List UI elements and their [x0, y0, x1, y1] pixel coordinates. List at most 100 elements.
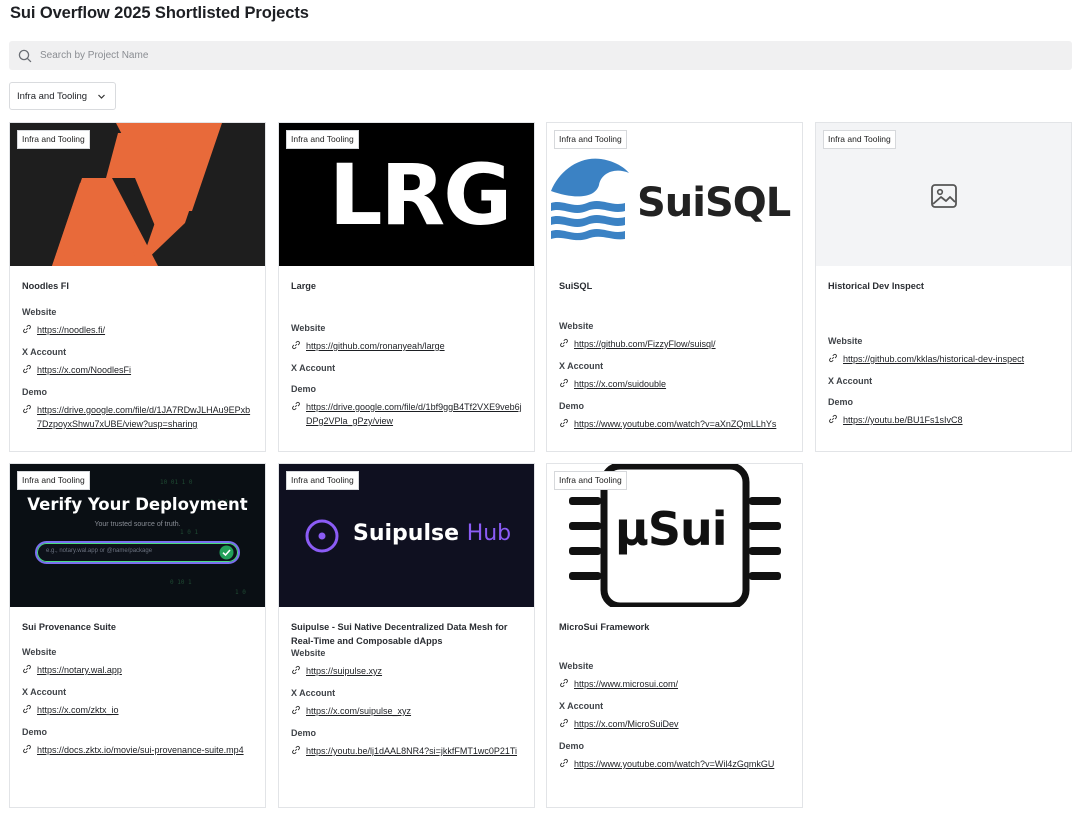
- link-icon: [559, 418, 569, 428]
- link-icon: [22, 744, 32, 754]
- chevron-down-icon: [97, 92, 106, 101]
- project-card[interactable]: LRG Infra and Tooling Large Website http…: [278, 122, 535, 452]
- link-icon: [559, 338, 569, 348]
- x-account-link[interactable]: https://x.com/MicroSuiDev: [574, 717, 679, 731]
- project-image: SuiSQL Infra and Tooling: [547, 123, 802, 266]
- category-badge: Infra and Tooling: [554, 130, 627, 149]
- demo-link[interactable]: https://drive.google.com/file/d/1JA7RDwJ…: [37, 403, 253, 431]
- search-icon: [18, 49, 32, 63]
- demo-link[interactable]: https://drive.google.com/file/d/1bf9ggB4…: [306, 400, 522, 428]
- x-account-link[interactable]: https://x.com/suipulse_xyz: [306, 704, 411, 718]
- website-label: Website: [291, 323, 326, 333]
- link-icon: [22, 404, 32, 414]
- website-link[interactable]: https://noodles.fi/: [37, 323, 105, 337]
- check-circle-icon: [219, 545, 234, 560]
- website-label: Website: [559, 661, 594, 671]
- category-badge: Infra and Tooling: [823, 130, 896, 149]
- link-icon: [828, 414, 838, 424]
- page-title: Sui Overflow 2025 Shortlisted Projects: [10, 4, 309, 22]
- project-title: MicroSui Framework: [559, 622, 650, 632]
- demo-link[interactable]: https://docs.zktx.io/movie/sui-provenanc…: [37, 743, 244, 757]
- website-label: Website: [559, 321, 594, 331]
- website-link[interactable]: https://github.com/FizzyFlow/suisql/: [574, 337, 716, 351]
- suipulse-brand: Suipulse Hub: [353, 521, 511, 546]
- demo-link[interactable]: https://youtu.be/lj1dAAL8NR4?si=jkkfFMT1…: [306, 744, 517, 758]
- provenance-subline: Your trusted source of truth.: [94, 521, 181, 528]
- project-title: Large: [291, 281, 317, 291]
- website-label: Website: [22, 647, 57, 657]
- project-card[interactable]: SuiSQL Infra and Tooling SuiSQL Website …: [546, 122, 803, 452]
- x-account-label: X Account: [828, 376, 873, 386]
- lrg-logo: LRG: [329, 146, 512, 244]
- website-link[interactable]: https://github.com/ronanyeah/large: [306, 339, 445, 353]
- demo-label: Demo: [559, 741, 585, 751]
- website-link[interactable]: https://github.com/kklas/historical-dev-…: [843, 352, 1024, 366]
- svg-text:1 0: 1 0: [235, 589, 246, 596]
- category-filter-dropdown[interactable]: Infra and Tooling: [9, 82, 116, 110]
- x-account-label: X Account: [291, 363, 336, 373]
- x-account-label: X Account: [22, 347, 67, 357]
- suipulse-logo-icon: [305, 519, 339, 553]
- demo-label: Demo: [559, 401, 585, 411]
- demo-label: Demo: [291, 384, 317, 394]
- link-icon: [291, 401, 301, 411]
- link-icon: [559, 378, 569, 388]
- demo-link[interactable]: https://youtu.be/BU1Fs1sIvC8: [843, 413, 963, 427]
- website-label: Website: [828, 336, 863, 346]
- project-card[interactable]: μSui Infra and Tooling MicroSui Framewor…: [546, 463, 803, 808]
- x-account-label: X Account: [559, 701, 604, 711]
- link-icon: [559, 678, 569, 688]
- category-badge: Infra and Tooling: [554, 471, 627, 490]
- svg-text:10 01 1 0: 10 01 1 0: [160, 479, 193, 486]
- category-badge: Infra and Tooling: [17, 471, 90, 490]
- project-image: 10 01 1 00 1 0 1 0 10 1 0 10 11 0 Verify…: [10, 464, 265, 607]
- category-badge: Infra and Tooling: [17, 130, 90, 149]
- microsui-logo-text: μSui: [615, 502, 727, 556]
- project-title: Noodles FI: [22, 281, 69, 291]
- svg-text:1 0 1: 1 0 1: [180, 529, 198, 536]
- website-link[interactable]: https://suipulse.xyz: [306, 664, 382, 678]
- project-card[interactable]: Infra and Tooling Noodles FI Website htt…: [9, 122, 266, 452]
- category-badge: Infra and Tooling: [286, 471, 359, 490]
- suisql-wave-icon: [551, 158, 629, 241]
- svg-text:0 10 1: 0 10 1: [170, 579, 192, 586]
- project-card[interactable]: Infra and Tooling Historical Dev Inspect…: [815, 122, 1072, 452]
- project-card[interactable]: 10 01 1 00 1 0 1 0 10 1 0 10 11 0 Verify…: [9, 463, 266, 808]
- link-icon: [291, 705, 301, 715]
- project-image: Suipulse Hub Infra and Tooling: [279, 464, 534, 607]
- provenance-input-placeholder: e.g., notary.wal.app or @name/package: [46, 548, 153, 554]
- demo-label: Demo: [22, 387, 48, 397]
- demo-label: Demo: [291, 728, 317, 738]
- website-label: Website: [22, 307, 57, 317]
- search-bar[interactable]: [9, 41, 1072, 70]
- project-image: LRG Infra and Tooling: [279, 123, 534, 266]
- website-label: Website: [291, 648, 326, 658]
- website-link[interactable]: https://notary.wal.app: [37, 663, 122, 677]
- project-title: Historical Dev Inspect: [828, 281, 924, 291]
- project-title: SuiSQL: [559, 281, 593, 291]
- link-icon: [22, 324, 32, 334]
- project-image: μSui Infra and Tooling: [547, 464, 802, 607]
- x-account-label: X Account: [559, 361, 604, 371]
- website-link[interactable]: https://www.microsui.com/: [574, 677, 678, 691]
- link-icon: [828, 353, 838, 363]
- project-image: Infra and Tooling: [816, 123, 1071, 266]
- link-icon: [22, 664, 32, 674]
- x-account-link[interactable]: https://x.com/suidouble: [574, 377, 666, 391]
- suipulse-brand-name: Suipulse: [353, 521, 460, 546]
- link-icon: [22, 364, 32, 374]
- project-title: Suipulse - Sui Native Decentralized Data…: [291, 622, 508, 646]
- x-account-label: X Account: [22, 687, 67, 697]
- link-icon: [291, 665, 301, 675]
- x-account-link[interactable]: https://x.com/zktx_io: [37, 703, 119, 717]
- demo-link[interactable]: https://www.youtube.com/watch?v=aXnZQmLL…: [574, 417, 776, 431]
- demo-link[interactable]: https://www.youtube.com/watch?v=Wil4zGqm…: [574, 757, 774, 771]
- demo-label: Demo: [22, 727, 48, 737]
- search-input[interactable]: [40, 50, 940, 61]
- provenance-input-mock: e.g., notary.wal.app or @name/package: [35, 541, 240, 564]
- x-account-link[interactable]: https://x.com/NoodlesFi: [37, 363, 131, 377]
- project-image: Infra and Tooling: [10, 123, 265, 266]
- link-icon: [559, 758, 569, 768]
- provenance-headline: Verify Your Deployment: [27, 495, 248, 514]
- project-card[interactable]: Suipulse Hub Infra and Tooling Suipulse …: [278, 463, 535, 808]
